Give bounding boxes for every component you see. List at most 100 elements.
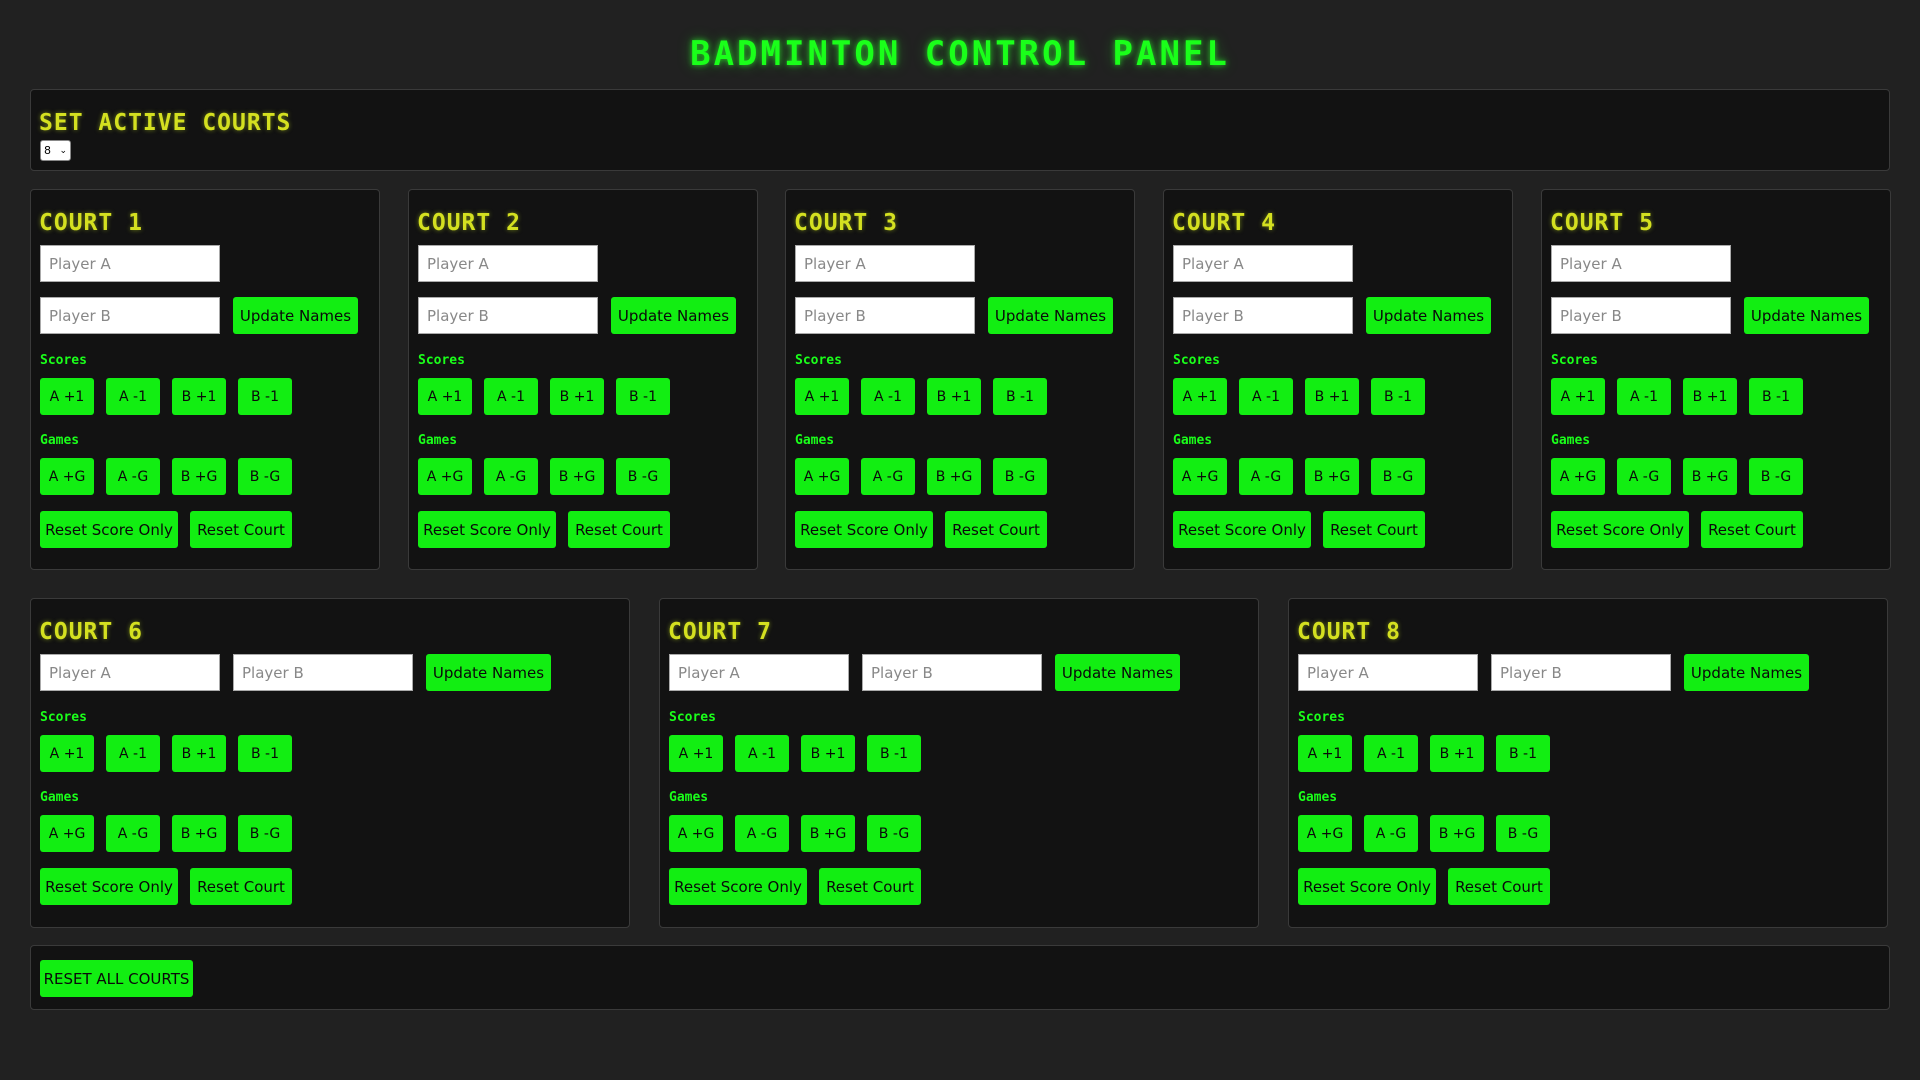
active-courts-select[interactable]: 8 ⌄: [40, 140, 71, 161]
reset-court-button[interactable]: Reset Court: [190, 511, 292, 548]
player-b-input[interactable]: Player B: [1173, 297, 1353, 334]
score-a-plus-button[interactable]: A +1: [40, 378, 94, 415]
score-a-plus-button[interactable]: A +1: [418, 378, 472, 415]
update-names-button[interactable]: Update Names: [1055, 654, 1180, 691]
score-a-plus-button[interactable]: A +1: [40, 735, 94, 772]
reset-score-only-button[interactable]: Reset Score Only: [1298, 868, 1436, 905]
score-a-minus-button[interactable]: A -1: [861, 378, 915, 415]
game-a-minus-button[interactable]: A -G: [106, 815, 160, 852]
score-a-minus-button[interactable]: A -1: [735, 735, 789, 772]
score-a-minus-button[interactable]: A -1: [1364, 735, 1418, 772]
player-b-input[interactable]: Player B: [1551, 297, 1731, 334]
game-a-minus-button[interactable]: A -G: [735, 815, 789, 852]
game-a-minus-button[interactable]: A -G: [1364, 815, 1418, 852]
score-b-plus-button[interactable]: B +1: [1683, 378, 1737, 415]
score-b-plus-button[interactable]: B +1: [1430, 735, 1484, 772]
player-a-input[interactable]: Player A: [669, 654, 849, 691]
reset-score-only-button[interactable]: Reset Score Only: [418, 511, 556, 548]
game-b-minus-button[interactable]: B -G: [867, 815, 921, 852]
score-a-minus-button[interactable]: A -1: [1617, 378, 1671, 415]
game-a-minus-button[interactable]: A -G: [1617, 458, 1671, 495]
game-a-plus-button[interactable]: A +G: [669, 815, 723, 852]
score-b-minus-button[interactable]: B -1: [616, 378, 670, 415]
game-b-minus-button[interactable]: B -G: [1371, 458, 1425, 495]
player-b-input[interactable]: Player B: [795, 297, 975, 334]
reset-court-button[interactable]: Reset Court: [819, 868, 921, 905]
reset-score-only-button[interactable]: Reset Score Only: [669, 868, 807, 905]
score-a-plus-button[interactable]: A +1: [795, 378, 849, 415]
player-b-input[interactable]: Player B: [233, 654, 413, 691]
game-b-plus-button[interactable]: B +G: [172, 815, 226, 852]
score-b-plus-button[interactable]: B +1: [550, 378, 604, 415]
reset-score-only-button[interactable]: Reset Score Only: [1551, 511, 1689, 548]
score-a-plus-button[interactable]: A +1: [669, 735, 723, 772]
game-b-minus-button[interactable]: B -G: [238, 458, 292, 495]
game-a-minus-button[interactable]: A -G: [106, 458, 160, 495]
game-a-plus-button[interactable]: A +G: [1173, 458, 1227, 495]
game-a-plus-button[interactable]: A +G: [40, 458, 94, 495]
score-b-minus-button[interactable]: B -1: [1371, 378, 1425, 415]
reset-score-only-button[interactable]: Reset Score Only: [795, 511, 933, 548]
update-names-button[interactable]: Update Names: [233, 297, 358, 334]
game-a-plus-button[interactable]: A +G: [795, 458, 849, 495]
game-b-minus-button[interactable]: B -G: [616, 458, 670, 495]
reset-score-only-button[interactable]: Reset Score Only: [40, 868, 178, 905]
score-b-minus-button[interactable]: B -1: [238, 378, 292, 415]
game-a-plus-button[interactable]: A +G: [1298, 815, 1352, 852]
update-names-button[interactable]: Update Names: [426, 654, 551, 691]
player-a-input[interactable]: Player A: [40, 245, 220, 282]
score-a-minus-button[interactable]: A -1: [484, 378, 538, 415]
game-b-plus-button[interactable]: B +G: [927, 458, 981, 495]
score-a-plus-button[interactable]: A +1: [1173, 378, 1227, 415]
reset-court-button[interactable]: Reset Court: [1701, 511, 1803, 548]
score-b-plus-button[interactable]: B +1: [1305, 378, 1359, 415]
update-names-button[interactable]: Update Names: [1744, 297, 1869, 334]
player-a-input[interactable]: Player A: [1551, 245, 1731, 282]
update-names-button[interactable]: Update Names: [1684, 654, 1809, 691]
game-b-plus-button[interactable]: B +G: [172, 458, 226, 495]
game-a-plus-button[interactable]: A +G: [418, 458, 472, 495]
reset-court-button[interactable]: Reset Court: [1323, 511, 1425, 548]
score-b-minus-button[interactable]: B -1: [867, 735, 921, 772]
score-a-plus-button[interactable]: A +1: [1551, 378, 1605, 415]
game-a-plus-button[interactable]: A +G: [1551, 458, 1605, 495]
player-a-input[interactable]: Player A: [418, 245, 598, 282]
player-b-input[interactable]: Player B: [862, 654, 1042, 691]
game-b-minus-button[interactable]: B -G: [1496, 815, 1550, 852]
score-b-plus-button[interactable]: B +1: [172, 378, 226, 415]
update-names-button[interactable]: Update Names: [611, 297, 736, 334]
game-b-plus-button[interactable]: B +G: [1430, 815, 1484, 852]
player-a-input[interactable]: Player A: [1298, 654, 1478, 691]
player-a-input[interactable]: Player A: [795, 245, 975, 282]
game-b-plus-button[interactable]: B +G: [1305, 458, 1359, 495]
score-a-minus-button[interactable]: A -1: [106, 378, 160, 415]
score-a-minus-button[interactable]: A -1: [1239, 378, 1293, 415]
game-a-minus-button[interactable]: A -G: [861, 458, 915, 495]
score-b-minus-button[interactable]: B -1: [1749, 378, 1803, 415]
reset-all-courts-button[interactable]: RESET ALL COURTS: [40, 960, 193, 997]
player-a-input[interactable]: Player A: [40, 654, 220, 691]
game-b-minus-button[interactable]: B -G: [1749, 458, 1803, 495]
score-b-plus-button[interactable]: B +1: [927, 378, 981, 415]
reset-score-only-button[interactable]: Reset Score Only: [1173, 511, 1311, 548]
score-a-minus-button[interactable]: A -1: [106, 735, 160, 772]
game-a-minus-button[interactable]: A -G: [484, 458, 538, 495]
score-a-plus-button[interactable]: A +1: [1298, 735, 1352, 772]
reset-court-button[interactable]: Reset Court: [190, 868, 292, 905]
game-b-plus-button[interactable]: B +G: [550, 458, 604, 495]
player-a-input[interactable]: Player A: [1173, 245, 1353, 282]
game-a-minus-button[interactable]: A -G: [1239, 458, 1293, 495]
game-b-minus-button[interactable]: B -G: [238, 815, 292, 852]
game-b-plus-button[interactable]: B +G: [1683, 458, 1737, 495]
score-b-plus-button[interactable]: B +1: [801, 735, 855, 772]
player-b-input[interactable]: Player B: [1491, 654, 1671, 691]
update-names-button[interactable]: Update Names: [1366, 297, 1491, 334]
game-b-minus-button[interactable]: B -G: [993, 458, 1047, 495]
score-b-minus-button[interactable]: B -1: [238, 735, 292, 772]
game-b-plus-button[interactable]: B +G: [801, 815, 855, 852]
game-a-plus-button[interactable]: A +G: [40, 815, 94, 852]
reset-score-only-button[interactable]: Reset Score Only: [40, 511, 178, 548]
score-b-minus-button[interactable]: B -1: [1496, 735, 1550, 772]
reset-court-button[interactable]: Reset Court: [945, 511, 1047, 548]
score-b-plus-button[interactable]: B +1: [172, 735, 226, 772]
